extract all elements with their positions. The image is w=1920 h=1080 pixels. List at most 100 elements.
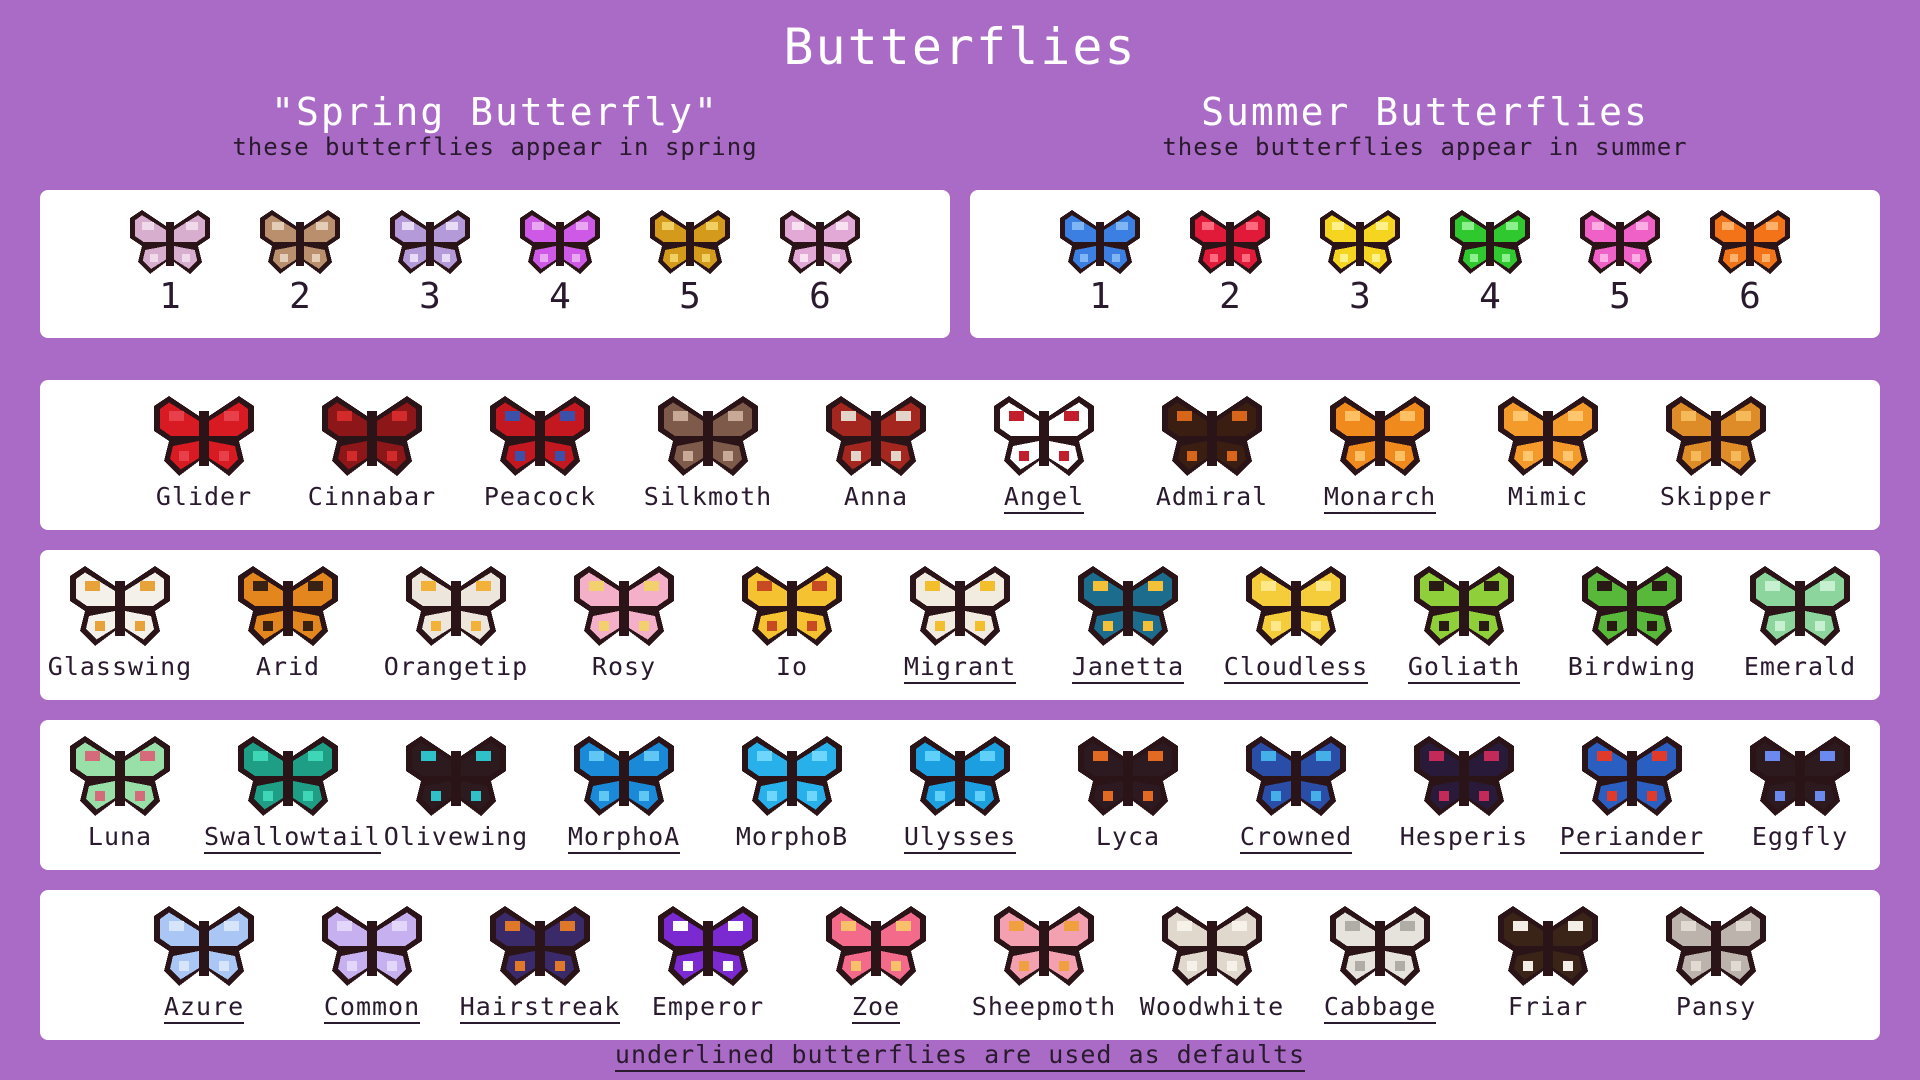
butterfly-sprite <box>1666 906 1766 986</box>
butterfly-name-text: Ulysses <box>903 822 1017 854</box>
butterfly-name: Common <box>288 992 456 1024</box>
butterfly-crowned: Crowned <box>1212 726 1380 866</box>
butterfly-glider: Glider <box>120 386 288 526</box>
butterfly-icon <box>780 210 860 274</box>
butterfly-name-text: Glider <box>155 482 253 511</box>
butterfly-name-text: Io <box>775 652 809 681</box>
butterfly-emerald: Emerald <box>1716 556 1884 696</box>
butterfly-hairstreak: Hairstreak <box>456 896 624 1036</box>
butterfly-icon <box>1162 906 1262 986</box>
butterfly-name: Birdwing <box>1548 652 1716 681</box>
butterfly-name: Orangetip <box>372 652 540 681</box>
butterfly-name-text: Friar <box>1507 992 1589 1021</box>
butterfly-name-text: Olivewing <box>383 822 529 851</box>
butterfly-icon <box>1330 396 1430 476</box>
spring-butterfly-1: 1 <box>105 198 235 328</box>
butterfly-name-text: Arid <box>255 652 321 681</box>
butterfly-sprite <box>322 396 422 476</box>
butterfly-name: Ulysses <box>876 822 1044 854</box>
spring-subtitle: these butterflies appear in spring <box>232 133 758 161</box>
butterfly-luna: Luna <box>36 726 204 866</box>
butterfly-icon <box>910 736 1010 816</box>
butterfly-icon <box>1582 736 1682 816</box>
butterfly-migrant: Migrant <box>876 556 1044 696</box>
butterfly-icon <box>1582 566 1682 646</box>
summer-heading: Summer Butterflies <box>1201 90 1649 134</box>
butterfly-sprite <box>490 396 590 476</box>
spring-butterfly-2: 2 <box>235 198 365 328</box>
butterfly-number: 4 <box>549 276 571 317</box>
butterfly-name: MorphoB <box>708 822 876 851</box>
butterfly-sprite <box>1246 566 1346 646</box>
butterfly-icon <box>826 906 926 986</box>
butterfly-sprite <box>322 906 422 986</box>
butterfly-sprite <box>826 396 926 476</box>
butterfly-eggfly: Eggfly <box>1716 726 1884 866</box>
butterfly-icon <box>1498 906 1598 986</box>
butterfly-name-text: Sheepmoth <box>971 992 1117 1021</box>
butterfly-icon <box>658 906 758 986</box>
butterfly-sprite <box>910 566 1010 646</box>
butterfly-name-text: MorphoA <box>567 822 681 854</box>
butterfly-sprite <box>826 906 926 986</box>
butterfly-name: Crowned <box>1212 822 1380 854</box>
butterfly-row-3: Luna Swallowtail Olivewing MorphoA MorphoB Ul… <box>40 720 1880 870</box>
butterfly-icon <box>1666 906 1766 986</box>
butterfly-name: Olivewing <box>372 822 540 851</box>
butterfly-icon <box>322 396 422 476</box>
butterfly-name: Azure <box>120 992 288 1024</box>
butterfly-name: Io <box>708 652 876 681</box>
butterfly-admiral: Admiral <box>1128 386 1296 526</box>
butterfly-name: Luna <box>36 822 204 851</box>
butterfly-icon <box>1750 736 1850 816</box>
butterfly-sprite <box>994 906 1094 986</box>
butterfly-name: Swallowtail <box>204 822 381 854</box>
butterfly-icon <box>70 736 170 816</box>
butterfly-sprite <box>1320 210 1400 274</box>
butterfly-name-text: Luna <box>87 822 153 851</box>
butterfly-sprite <box>154 906 254 986</box>
summer-panel: 1 2 3 4 5 6 <box>970 190 1880 338</box>
butterfly-name-text: Angel <box>1003 482 1085 514</box>
butterfly-number: 2 <box>1219 276 1241 317</box>
butterfly-icon <box>1330 906 1430 986</box>
butterfly-name: Lyca <box>1044 822 1212 851</box>
butterfly-name: Silkmoth <box>624 482 792 511</box>
butterfly-name-text: Mimic <box>1507 482 1589 511</box>
butterfly-sprite <box>1498 396 1598 476</box>
butterfly-name-text: Admiral <box>1155 482 1269 511</box>
butterfly-icon <box>574 566 674 646</box>
butterfly-sprite <box>1330 906 1430 986</box>
butterfly-icon <box>742 736 842 816</box>
butterfly-number: 5 <box>679 276 701 317</box>
butterfly-name-text: Rosy <box>591 652 657 681</box>
butterfly-periander: Periander <box>1548 726 1716 866</box>
butterfly-sprite <box>742 736 842 816</box>
butterfly-name: Hesperis <box>1380 822 1548 851</box>
butterfly-name: Glasswing <box>36 652 204 681</box>
butterfly-sprite <box>780 210 860 274</box>
butterfly-icon <box>1450 210 1530 274</box>
butterfly-name-text: Common <box>323 992 421 1024</box>
butterfly-name: Skipper <box>1632 482 1800 511</box>
butterfly-name: Zoe <box>792 992 960 1024</box>
butterfly-icon <box>826 396 926 476</box>
butterfly-name-text: Janetta <box>1071 652 1185 684</box>
butterfly-sprite <box>1450 210 1530 274</box>
butterfly-name-text: Peacock <box>483 482 597 511</box>
butterfly-name-text: Zoe <box>851 992 901 1024</box>
butterfly-icon <box>1414 566 1514 646</box>
butterfly-icon <box>910 566 1010 646</box>
butterfly-sprite <box>658 396 758 476</box>
butterfly-name: Mimic <box>1464 482 1632 511</box>
butterfly-icon <box>238 736 338 816</box>
butterfly-icon <box>406 736 506 816</box>
butterfly-icon <box>1060 210 1140 274</box>
butterfly-rosy: Rosy <box>540 556 708 696</box>
butterfly-sprite <box>390 210 470 274</box>
butterfly-name: Cinnabar <box>288 482 456 511</box>
butterfly-icon <box>154 906 254 986</box>
butterfly-sheepmoth: Sheepmoth <box>960 896 1128 1036</box>
butterfly-cinnabar: Cinnabar <box>288 386 456 526</box>
butterfly-sprite <box>1750 566 1850 646</box>
